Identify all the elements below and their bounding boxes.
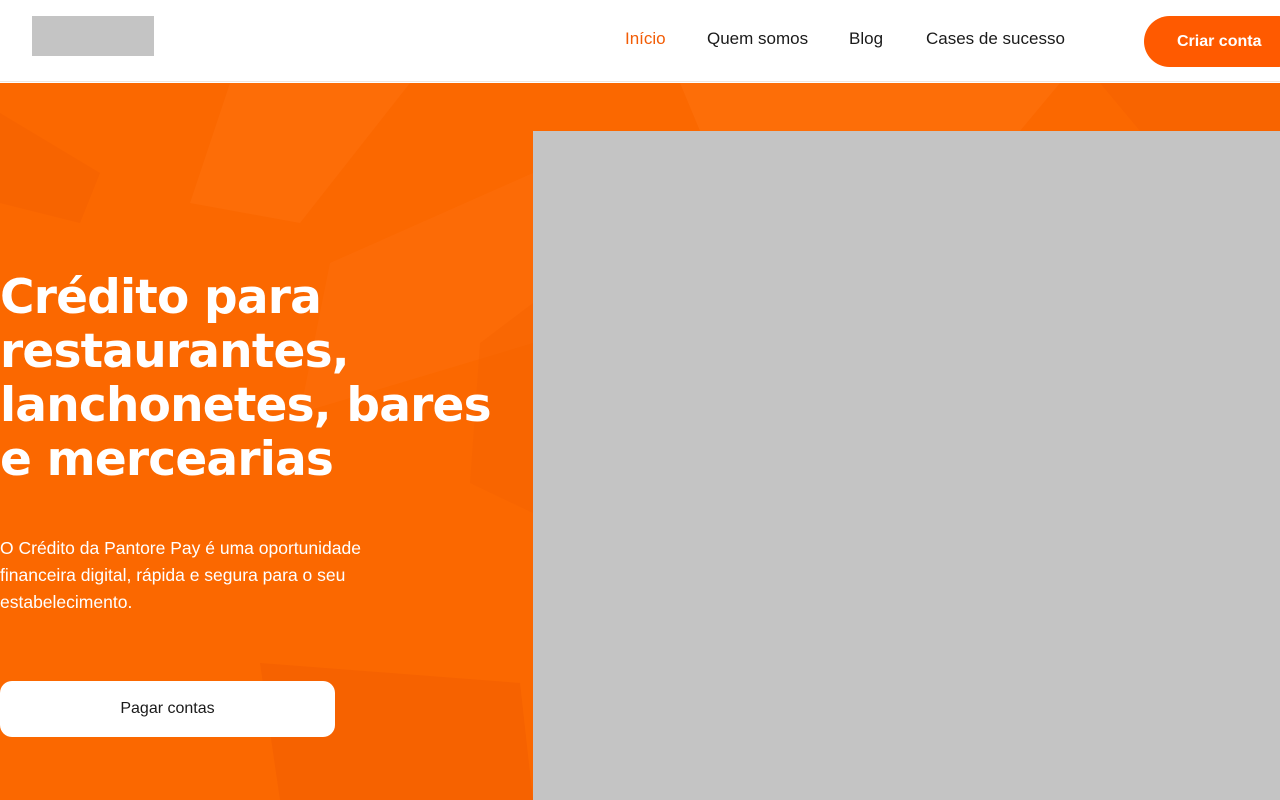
nav-link-inicio[interactable]: Início — [625, 28, 666, 50]
hero-title: Crédito para restaurantes, lanchonetes, … — [0, 270, 492, 487]
main-nav: Início Quem somos Blog Cases de sucesso — [0, 28, 1280, 52]
nav-link-cases-de-sucesso[interactable]: Cases de sucesso — [926, 28, 1065, 50]
nav-link-quem-somos[interactable]: Quem somos — [707, 28, 808, 50]
nav-link-blog[interactable]: Blog — [849, 28, 883, 50]
hero-section: Crédito para restaurantes, lanchonetes, … — [0, 83, 1280, 800]
create-account-button[interactable]: Criar conta — [1144, 16, 1280, 67]
site-header: Início Quem somos Blog Cases de sucesso … — [0, 0, 1280, 82]
hero-image-placeholder — [533, 131, 1280, 800]
hero-subtitle: O Crédito da Pantore Pay é uma oportunid… — [0, 538, 361, 612]
pay-bills-button[interactable]: Pagar contas — [0, 681, 335, 737]
